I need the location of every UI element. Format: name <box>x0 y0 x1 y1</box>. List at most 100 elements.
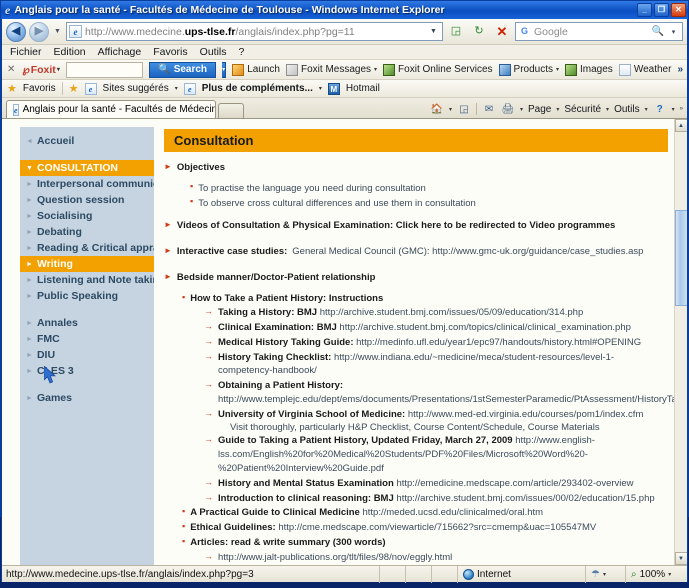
command-bar-overflow-icon[interactable]: » <box>680 106 683 112</box>
chevron-down-icon[interactable]: ▾ <box>668 571 671 578</box>
print-icon[interactable]: 🖨 <box>501 102 515 116</box>
history-dropdown-icon[interactable]: ▼ <box>52 28 63 35</box>
sidebar-item-games[interactable]: ► Games <box>20 390 154 406</box>
search-dropdown-icon[interactable]: ▾ <box>667 28 680 36</box>
chevron-down-icon[interactable]: ▾ <box>175 85 178 92</box>
search-icon[interactable]: 🔍 <box>652 26 664 37</box>
chevron-down-icon[interactable]: ▾ <box>449 106 452 113</box>
sidebar-item-diu[interactable]: ► DIU <box>20 347 154 363</box>
menu-item-favoris[interactable]: Favoris <box>153 46 187 58</box>
menu-item-edition[interactable]: Edition <box>54 46 86 58</box>
foxit-close-icon[interactable]: ✕ <box>6 64 16 75</box>
page-menu-button[interactable]: Page <box>528 104 551 115</box>
vertical-scrollbar[interactable]: ▲ ▼ <box>674 119 687 566</box>
link-url[interactable]: http://cme.medscape.com/viewarticle/7156… <box>278 522 596 533</box>
chevron-down-icon[interactable]: ▾ <box>606 106 609 113</box>
chevron-down-icon[interactable]: ▾ <box>556 106 559 113</box>
favbar-item-suggested-sites[interactable]: Sites suggérés <box>103 83 169 94</box>
foxit-overflow-icon[interactable]: » <box>677 64 683 75</box>
foxit-search-dropdown-icon[interactable]: ▾ <box>222 61 227 78</box>
sidebar-item-debating[interactable]: ► Debating <box>20 224 154 240</box>
back-button[interactable]: ◀ <box>6 21 26 42</box>
link-url[interactable]: http://archive.student.bmj.com/issues/00… <box>396 493 654 504</box>
scroll-up-button[interactable]: ▲ <box>674 119 687 132</box>
refresh-icon[interactable]: ↻ <box>469 22 489 42</box>
favbar-item-addons[interactable]: Plus de compléments... <box>202 83 313 94</box>
chevron-down-icon[interactable]: ▾ <box>319 85 322 92</box>
chevron-down-icon[interactable]: ▾ <box>672 106 675 113</box>
stop-icon[interactable]: ✕ <box>492 22 512 42</box>
link-url[interactable]: http://www.templejc.edu/dept/ems/documen… <box>218 394 674 405</box>
maximize-button[interactable]: ❐ <box>654 3 669 17</box>
list-item[interactable]: → http://www.jalt-publications.org/tlt/f… <box>204 551 668 565</box>
foxit-products-button[interactable]: Products ▾ <box>498 63 559 76</box>
close-button[interactable]: ✕ <box>671 3 686 17</box>
list-item[interactable]: → Guide to Taking a Patient History, Upd… <box>204 434 668 475</box>
home-icon[interactable]: 🏠 <box>430 102 444 116</box>
sidebar-item-question-session[interactable]: ► Question session <box>20 192 154 208</box>
chevron-down-icon[interactable]: ▾ <box>556 66 559 73</box>
sidebar-item-accueil[interactable]: ◄ Accueil <box>20 133 154 149</box>
sidebar-item-public-speaking[interactable]: ► Public Speaking <box>20 288 154 304</box>
link-url[interactable]: http://www.jalt-publications.org/tlt/fil… <box>218 551 452 565</box>
chevron-down-icon[interactable]: ▾ <box>520 106 523 113</box>
sidebar-item-reading-critical-appraisal[interactable]: ► Reading & Critical appraisal <box>20 240 176 256</box>
menu-item-help[interactable]: ? <box>239 46 245 58</box>
forward-button[interactable]: ▶ <box>29 21 49 42</box>
list-item[interactable]: ▪ Ethical Guidelines: http://cme.medscap… <box>182 521 668 535</box>
scrollbar-thumb[interactable] <box>674 210 687 306</box>
menu-item-affichage[interactable]: Affichage <box>98 46 142 58</box>
security-menu-button[interactable]: Sécurité <box>564 104 601 115</box>
new-tab-button[interactable] <box>218 103 244 118</box>
chevron-down-icon[interactable]: ▾ <box>57 66 60 73</box>
sidebar-item-socialising[interactable]: ► Socialising <box>20 208 154 224</box>
security-zone[interactable]: Internet <box>457 565 585 583</box>
search-input[interactable]: Google <box>534 26 649 38</box>
favbar-item-hotmail[interactable]: Hotmail <box>346 83 380 94</box>
help-icon[interactable]: ? <box>653 102 667 116</box>
address-dropdown-icon[interactable]: ▼ <box>427 28 440 35</box>
mail-icon[interactable]: ✉ <box>482 102 496 116</box>
menu-item-outils[interactable]: Outils <box>200 46 227 58</box>
list-item[interactable]: → History Taking Checklist: http://www.i… <box>204 351 668 379</box>
foxit-search-button[interactable]: 🔍 Search <box>149 61 217 78</box>
chevron-down-icon[interactable]: ▾ <box>603 571 606 578</box>
chevron-down-icon[interactable]: ▾ <box>645 106 648 113</box>
sidebar-item-cles3[interactable]: ► CLES 3 <box>20 363 154 379</box>
chevron-down-icon[interactable]: ▾ <box>374 66 377 73</box>
tools-menu-button[interactable]: Outils <box>614 104 640 115</box>
list-item[interactable]: → Taking a History: BMJ http://archive.s… <box>204 306 668 320</box>
list-item[interactable]: ▪ A Practical Guide to Clinical Medicine… <box>182 506 668 520</box>
tab-active[interactable]: e Anglais pour la santé - Facultés de Mé… <box>6 100 216 118</box>
feeds-icon[interactable]: ◲ <box>457 102 471 116</box>
link-url[interactable]: http://www.med-ed.virginia.edu/courses/p… <box>408 409 644 420</box>
feeds-icon[interactable]: ◲ <box>446 22 466 42</box>
search-box[interactable]: G Google 🔍 ▾ <box>515 22 683 41</box>
foxit-messages-button[interactable]: Foxit Messages ▾ <box>286 63 377 76</box>
sidebar-item-interpersonal-communication[interactable]: ► Interpersonal communication <box>20 176 184 192</box>
videos-link-row[interactable]: ► Videos of Consultation & Physical Exam… <box>164 219 668 233</box>
list-item[interactable]: → Introduction to clinical reasoning: BM… <box>204 492 668 506</box>
case-studies-url[interactable]: General Medical Council (GMC): http://ww… <box>292 245 643 259</box>
list-item[interactable]: → University of Virginia School of Medic… <box>204 408 668 422</box>
sidebar-item-listening-note-taking[interactable]: ► Listening and Note taking <box>20 272 165 288</box>
address-bar[interactable]: e http://www.medecine.ups-tlse.fr/anglai… <box>65 22 443 41</box>
scrollbar-track[interactable] <box>674 132 687 553</box>
list-item[interactable]: → Obtaining a Patient History: http://www… <box>204 379 674 407</box>
sidebar-item-fmc[interactable]: ► FMC <box>20 331 154 347</box>
link-url[interactable]: http://medinfo.ufl.edu/year1/epc97/hando… <box>356 337 641 348</box>
foxit-brand[interactable]: ℘ Foxit ▾ <box>22 64 59 76</box>
link-url[interactable]: http://emedicine.medscape.com/article/29… <box>396 478 633 489</box>
sidebar-item-writing[interactable]: ► Writing <box>20 256 154 272</box>
sidebar-item-annales[interactable]: ► Annales <box>20 315 154 331</box>
list-item[interactable]: → History and Mental Status Examination … <box>204 477 668 491</box>
favorites-label[interactable]: Favoris <box>23 83 56 94</box>
list-item[interactable]: → Medical History Taking Guide: http://m… <box>204 336 668 350</box>
favorites-star-icon[interactable]: ★ <box>7 82 17 95</box>
zoom-control[interactable]: ⌕ 100% ▾ <box>625 565 687 583</box>
foxit-online-services-button[interactable]: Foxit Online Services <box>383 63 493 76</box>
menu-item-fichier[interactable]: Fichier <box>10 46 42 58</box>
scroll-down-button[interactable]: ▼ <box>674 552 687 566</box>
link-url[interactable]: http://archive.student.bmj.com/topics/cl… <box>339 322 630 333</box>
minimize-button[interactable]: _ <box>637 3 652 17</box>
